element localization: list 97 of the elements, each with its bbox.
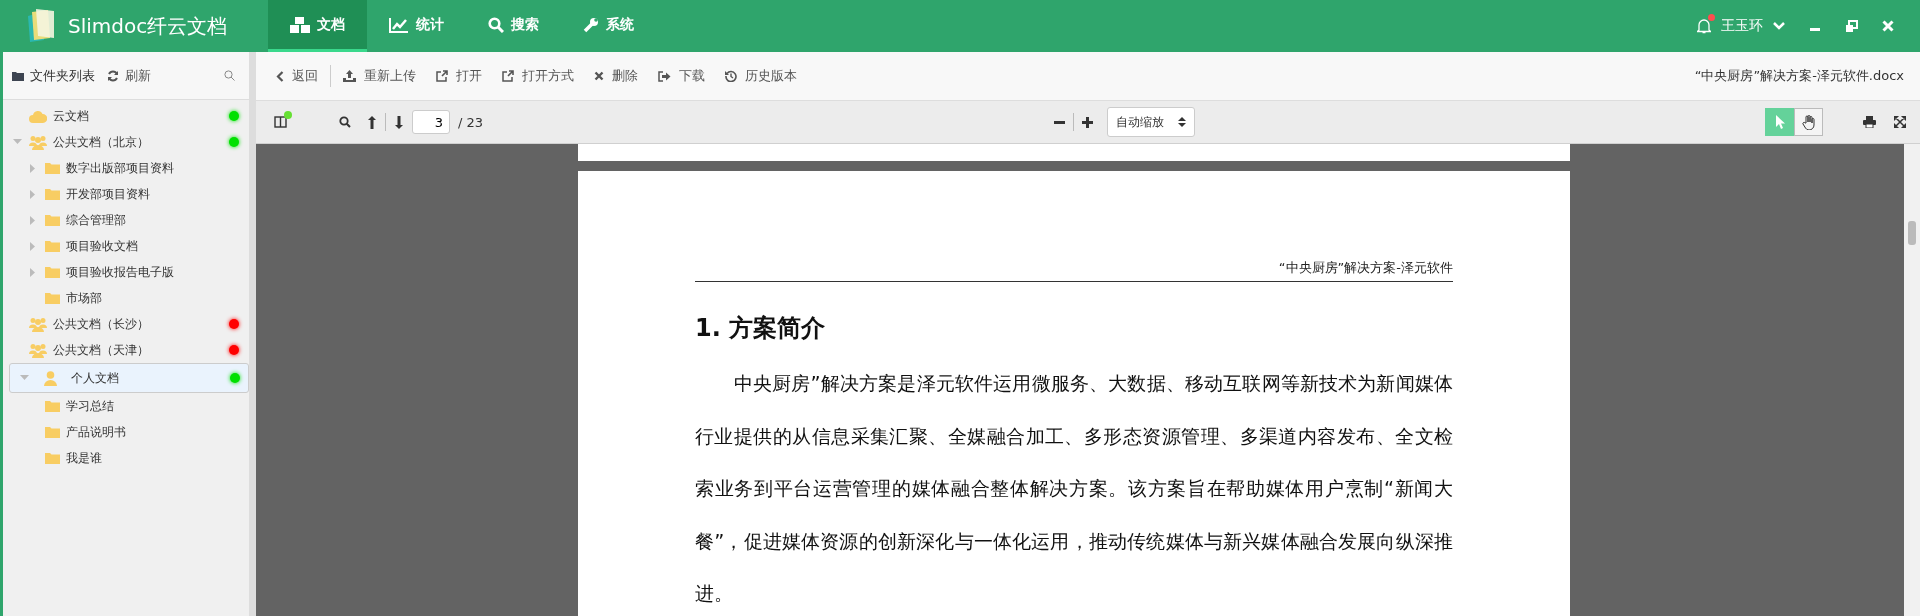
history-icon <box>725 70 737 82</box>
external-link-icon <box>436 70 448 82</box>
upload-icon <box>343 70 356 82</box>
caret-right-icon[interactable] <box>30 163 36 173</box>
folder-icon <box>45 266 60 278</box>
tree-item[interactable]: 项目验收报告电子版 <box>3 259 249 285</box>
folder-icon <box>45 188 60 200</box>
arrow-up-icon[interactable] <box>367 115 377 129</box>
scrollbar-thumb[interactable] <box>1908 221 1916 245</box>
tree-label: 项目验收报告电子版 <box>66 263 174 281</box>
tree-label: 公共文档（天津） <box>53 341 149 359</box>
tree-label: 云文档 <box>53 107 89 125</box>
caret-down-icon[interactable] <box>19 375 29 381</box>
tree-label: 综合管理部 <box>66 211 126 229</box>
tree-item[interactable]: 公共文档（天津） <box>3 337 249 363</box>
chevron-left-icon <box>276 70 284 82</box>
tree-label: 产品说明书 <box>66 423 126 441</box>
sort-icon <box>1177 116 1186 128</box>
hand-tool-button[interactable] <box>1794 108 1823 136</box>
tree-item[interactable]: 学习总结 <box>3 393 249 419</box>
tree-label: 公共文档（北京） <box>53 133 149 151</box>
external-link-icon <box>502 70 514 82</box>
tree-label: 数字出版部项目资料 <box>66 159 174 177</box>
print-icon[interactable] <box>1863 116 1876 128</box>
cursor-icon <box>1774 115 1785 129</box>
cloud-icon <box>29 109 47 123</box>
search-icon <box>488 16 504 33</box>
folder-icon <box>45 400 60 412</box>
tree-label: 开发部项目资料 <box>66 185 150 203</box>
sidebar-toggle-icon[interactable] <box>274 116 287 128</box>
restore-icon[interactable] <box>1845 19 1858 33</box>
arrow-down-icon[interactable] <box>394 115 404 129</box>
bell-icon[interactable] <box>1697 18 1711 34</box>
tree-item[interactable]: 项目验收文档 <box>3 233 249 259</box>
toolbar-button[interactable]: 打开方式 <box>492 67 584 85</box>
user-icon <box>44 370 57 386</box>
toolbar-button[interactable]: 重新上传 <box>333 67 426 85</box>
status-dot <box>284 111 292 119</box>
page-total: / 23 <box>458 114 484 130</box>
search-icon[interactable] <box>339 116 351 128</box>
tree-label: 市场部 <box>66 289 102 307</box>
tree-item[interactable]: 我是谁 <box>3 445 249 471</box>
refresh-button[interactable]: 刷新 <box>125 66 151 85</box>
section-heading: 1. 方案简介 <box>695 313 827 344</box>
caret-right-icon[interactable] <box>30 241 36 251</box>
tree-item[interactable]: 公共文档（长沙） <box>3 311 249 337</box>
page-header: “中央厨房”解决方案-泽元软件 <box>695 259 1453 282</box>
tree-item[interactable]: 开发部项目资料 <box>3 181 249 207</box>
page-number-input[interactable]: 3 <box>412 110 450 134</box>
tree-label: 公共文档（长沙） <box>53 315 149 333</box>
folder-icon <box>45 214 60 226</box>
folder-icon <box>45 162 60 174</box>
tree-item[interactable]: 市场部 <box>3 285 249 311</box>
folder-icon <box>45 292 60 304</box>
folder-icon <box>12 70 24 81</box>
tree-label: 学习总结 <box>66 397 114 415</box>
zoom-select[interactable]: 自动缩放 <box>1106 107 1195 137</box>
fullscreen-icon[interactable] <box>1894 116 1906 128</box>
x-icon <box>594 71 604 81</box>
zoom-in-icon[interactable] <box>1081 116 1093 128</box>
refresh-icon[interactable] <box>107 69 119 82</box>
users-icon <box>29 316 47 332</box>
tree-item[interactable]: 个人文档 <box>9 363 249 393</box>
tree-label: 项目验收文档 <box>66 237 138 255</box>
line-chart-icon <box>389 16 409 33</box>
caret-right-icon[interactable] <box>30 267 36 277</box>
tree-label: 个人文档 <box>71 369 119 387</box>
chevron-down-icon[interactable] <box>1773 22 1785 30</box>
cubes-icon <box>290 16 310 33</box>
folder-list-title: 文件夹列表 <box>30 66 95 85</box>
paragraph: 中央厨房”解决方案是泽元软件运用微服务、大数据、移动互联网等新技术为新闻媒体行业提供的从信息采集汇聚、全媒融合加工、多形态资源管理、多渠道内容发布、全文检索业务到平台运营管理的媒体融合整体解决方案。该方案旨在帮助媒体用户烹制“新闻大餐”，促进媒体资源的创新深化与一体化运用，推动传统媒体与新兴媒体融合发展向纵深推进。 <box>695 371 1453 607</box>
toolbar-button[interactable]: 打开 <box>426 67 492 85</box>
folder-icon <box>45 426 60 438</box>
tree-item[interactable]: 产品说明书 <box>3 419 249 445</box>
tree-item[interactable]: 公共文档（北京） <box>3 129 249 155</box>
tree-item[interactable]: 综合管理部 <box>3 207 249 233</box>
toolbar-button[interactable]: 删除 <box>584 67 648 85</box>
caret-down-icon[interactable] <box>12 139 22 145</box>
folder-icon <box>45 240 60 252</box>
users-icon <box>29 134 47 150</box>
app-name: Slimdoc纤云文档 <box>68 12 228 40</box>
toolbar-button[interactable]: 返回 <box>266 67 328 85</box>
caret-right-icon[interactable] <box>30 189 36 199</box>
tree-label: 我是谁 <box>66 449 102 467</box>
hand-icon <box>1801 114 1816 130</box>
nav-tab[interactable]: 文档 <box>268 0 367 52</box>
users-icon <box>29 342 47 358</box>
caret-right-icon[interactable] <box>30 215 36 225</box>
toolbar-button[interactable]: 下载 <box>648 67 715 85</box>
tree-item[interactable]: 云文档 <box>3 103 249 129</box>
sign-out-icon <box>658 70 671 82</box>
close-icon[interactable] <box>1882 20 1894 32</box>
file-name: “中央厨房”解决方案-泽元软件.docx <box>1694 67 1904 85</box>
tree-item[interactable]: 数字出版部项目资料 <box>3 155 249 181</box>
folder-icon <box>45 452 60 464</box>
toolbar-button[interactable]: 历史版本 <box>715 67 807 85</box>
wrench-icon <box>583 16 599 33</box>
